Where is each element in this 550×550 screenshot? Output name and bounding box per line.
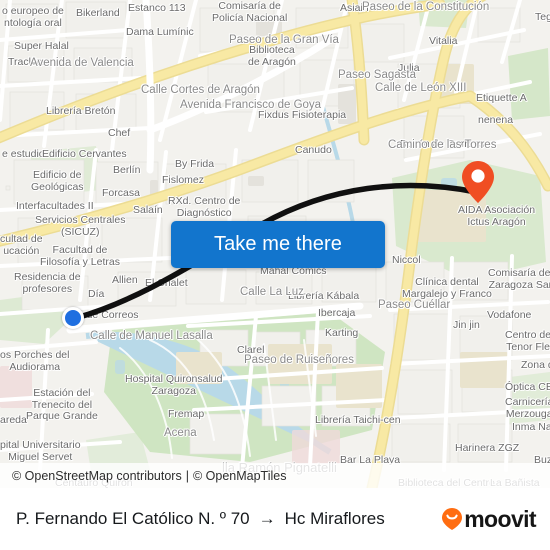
map-canvas[interactable]: .blk { fill:#f1f0ec; stroke:#e2e1dc; str… [0,0,550,488]
footer-bar: P. Fernando El Católico N. º 70 → Hc Mir… [0,488,550,550]
trip-origin-label: P. Fernando El Católico N. º 70 [16,509,250,528]
attribution-osm[interactable]: © OpenStreetMap contributors [12,469,182,483]
moovit-pin-icon [442,508,463,530]
trip-summary: P. Fernando El Católico N. º 70 → Hc Mir… [16,509,441,529]
trip-destination-label: Hc Miraflores [284,509,385,528]
attribution-separator: | [185,468,189,483]
map-attribution: © OpenStreetMap contributors | © OpenMap… [0,463,550,488]
origin-dot[interactable] [62,307,84,329]
take-me-there-button[interactable]: Take me there [171,221,385,268]
moovit-logo[interactable]: moovit [441,505,537,533]
moovit-trip-screen: .blk { fill:#f1f0ec; stroke:#e2e1dc; str… [0,0,550,550]
moovit-wordmark: moovit [464,505,536,532]
attribution-tiles[interactable]: © OpenMapTiles [193,469,287,483]
arrow-right-icon: → [258,509,276,528]
destination-pin[interactable] [461,160,495,204]
take-me-there-label: Take me there [213,233,343,255]
